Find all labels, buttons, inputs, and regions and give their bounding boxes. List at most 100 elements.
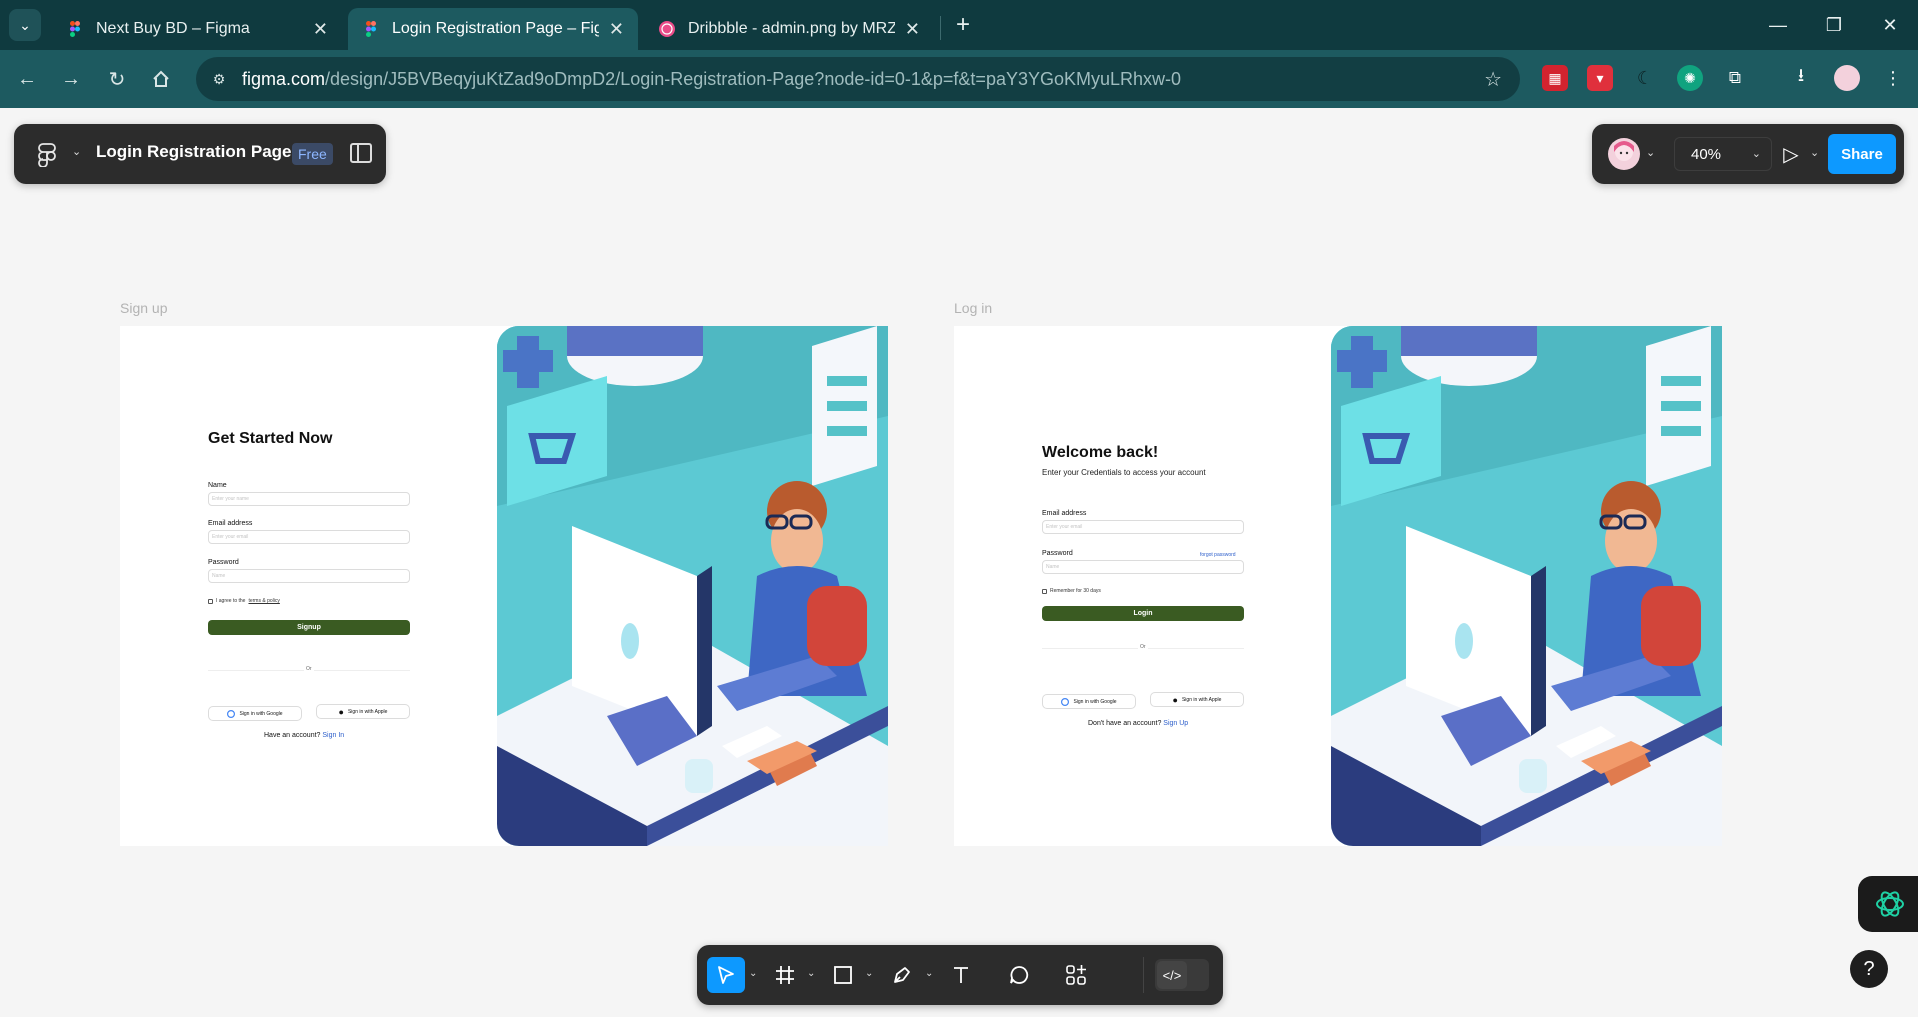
- or-text: Or: [304, 666, 314, 672]
- zoom-level: 40%: [1691, 145, 1722, 163]
- apple-signin-button[interactable]: ● Sign in with Apple: [316, 704, 410, 719]
- present-button[interactable]: ▷: [1778, 141, 1804, 167]
- minimize-icon: —: [1769, 14, 1787, 35]
- rectangle-tool[interactable]: [825, 957, 861, 993]
- text-icon: [954, 967, 968, 983]
- login-button[interactable]: Login: [1042, 606, 1244, 621]
- chatgpt-icon: [1876, 891, 1904, 917]
- apple-icon: ●: [1172, 694, 1178, 705]
- remember-text: Remember for 30 days: [1050, 588, 1101, 594]
- chevron-down-icon[interactable]: ⌄: [807, 968, 815, 979]
- share-button[interactable]: Share: [1828, 134, 1896, 174]
- tab-dribbble[interactable]: Dribbble - admin.png by MRZ Designer ✕: [644, 8, 934, 50]
- close-icon[interactable]: ✕: [313, 19, 328, 40]
- terms-text: I agree to the: [216, 598, 246, 604]
- tab-title: Login Registration Page – Figma: [392, 20, 599, 37]
- actions-icon: [1066, 965, 1086, 985]
- chevron-down-icon[interactable]: ⌄: [749, 968, 757, 979]
- move-tool[interactable]: [707, 957, 745, 993]
- site-info-icon[interactable]: ⚙: [204, 64, 234, 94]
- terms-checkbox[interactable]: I agree to the terms & policy: [208, 598, 280, 604]
- chevron-down-icon[interactable]: ⌄: [1646, 146, 1655, 159]
- arrow-right-icon: →: [61, 67, 81, 90]
- extension-pocket-icon[interactable]: ▾: [1587, 65, 1613, 91]
- signin-link[interactable]: Sign In: [322, 732, 344, 739]
- text-tool[interactable]: [943, 957, 979, 993]
- close-icon[interactable]: ✕: [905, 19, 920, 40]
- file-header-panel: ⌄ Login Registration Page Free: [14, 124, 386, 184]
- restore-icon: ❐: [1825, 14, 1843, 35]
- email-input[interactable]: Enter your email: [1042, 520, 1244, 534]
- google-icon: [1061, 697, 1070, 706]
- file-name[interactable]: Login Registration Page: [96, 142, 292, 162]
- password-label: Password: [1042, 550, 1073, 557]
- cursor-icon: [718, 966, 734, 984]
- extension-chatgpt-icon[interactable]: ✺: [1677, 65, 1703, 91]
- frame-label-signup[interactable]: Sign up: [120, 300, 167, 316]
- reload-button[interactable]: ↻: [102, 64, 132, 94]
- apple-label: Sign in with Apple: [1181, 696, 1222, 703]
- back-button[interactable]: ←: [12, 64, 42, 94]
- signup-frame[interactable]: Get Started Now Name Enter your name Ema…: [120, 326, 888, 846]
- actions-tool[interactable]: [1057, 957, 1095, 993]
- chevron-down-icon[interactable]: ⌄: [865, 968, 873, 979]
- email-input[interactable]: Enter your email: [208, 530, 410, 544]
- help-button[interactable]: ?: [1850, 950, 1888, 988]
- checkbox-box: [1042, 588, 1047, 594]
- profile-avatar[interactable]: [1834, 65, 1860, 91]
- dribbble-icon: [659, 21, 675, 37]
- forgot-password-link[interactable]: forgot password: [1200, 552, 1236, 558]
- apple-label: Sign in with Apple: [347, 708, 388, 715]
- or-text: Or: [1138, 644, 1148, 650]
- figma-menu-icon[interactable]: [34, 141, 60, 167]
- comment-tool[interactable]: [1001, 957, 1037, 993]
- home-button[interactable]: [146, 64, 176, 94]
- extension-moon-icon[interactable]: ☾: [1632, 65, 1658, 91]
- google-label: Sign in with Google: [239, 710, 283, 717]
- restore-button[interactable]: ❐: [1814, 10, 1854, 40]
- minimize-button[interactable]: —: [1758, 10, 1798, 40]
- arrow-left-icon: ←: [17, 67, 37, 90]
- tab-search-button[interactable]: ⌄: [9, 9, 41, 41]
- password-input[interactable]: Name: [1042, 560, 1244, 574]
- new-tab-button[interactable]: +: [948, 10, 978, 40]
- pen-tool[interactable]: [883, 957, 921, 993]
- chevron-down-icon[interactable]: ⌄: [925, 968, 933, 979]
- url-host: figma.com: [242, 68, 326, 89]
- terms-link[interactable]: terms & policy: [248, 598, 279, 604]
- close-icon[interactable]: ✕: [609, 19, 624, 40]
- extensions-puzzle-icon[interactable]: ⧉: [1722, 65, 1748, 91]
- forward-button[interactable]: →: [56, 64, 86, 94]
- frame-label-login[interactable]: Log in: [954, 300, 992, 316]
- google-signin-button[interactable]: Sign in with Google: [1042, 694, 1136, 709]
- password-input[interactable]: Name: [208, 569, 410, 583]
- figma-canvas[interactable]: ⌄ Login Registration Page Free ⌄ 40% ⌄ ▷…: [0, 108, 1918, 1017]
- bookmark-star-icon[interactable]: ☆: [1484, 67, 1502, 92]
- address-bar[interactable]: ⚙ figma.com/design/J5BVBeqyjuKtZad9oDmpD…: [196, 57, 1520, 101]
- footer-text: Have an account?: [264, 732, 321, 739]
- sidebar-toggle-icon[interactable]: [350, 143, 372, 163]
- signup-button[interactable]: Signup: [208, 620, 410, 635]
- chatgpt-extension-button[interactable]: [1858, 876, 1918, 932]
- signup-link[interactable]: Sign Up: [1163, 720, 1188, 727]
- url-path: /design/J5BVBeqyjuKtZad9oDmpD2/Login-Reg…: [325, 68, 1182, 89]
- extension-icon-red[interactable]: ▦: [1542, 65, 1568, 91]
- dev-mode-toggle[interactable]: </>: [1155, 959, 1209, 991]
- google-signin-button[interactable]: Sign in with Google: [208, 706, 302, 721]
- tab-login-registration[interactable]: Login Registration Page – Figma ✕: [348, 8, 638, 50]
- remember-checkbox[interactable]: Remember for 30 days: [1042, 588, 1101, 594]
- tab-next-buy-bd[interactable]: Next Buy BD – Figma ✕: [52, 8, 342, 50]
- signup-prompt: Don't have an account? Sign Up: [1088, 720, 1188, 727]
- apple-signin-button[interactable]: ● Sign in with Apple: [1150, 692, 1244, 707]
- name-input[interactable]: Enter your name: [208, 492, 410, 506]
- chevron-down-icon[interactable]: ⌄: [72, 145, 81, 158]
- avatar[interactable]: [1608, 138, 1640, 170]
- frame-tool[interactable]: [767, 957, 803, 993]
- menu-kebab-icon[interactable]: ⋮: [1880, 65, 1906, 91]
- chevron-down-icon[interactable]: ⌄: [1810, 146, 1819, 159]
- zoom-dropdown[interactable]: 40% ⌄: [1674, 137, 1772, 171]
- login-frame[interactable]: Welcome back! Enter your Credentials to …: [954, 326, 1722, 846]
- window-close-button[interactable]: ✕: [1870, 10, 1910, 40]
- url-text[interactable]: figma.com/design/J5BVBeqyjuKtZad9oDmpD2/…: [242, 69, 1181, 90]
- download-icon[interactable]: ⭳: [1788, 65, 1814, 91]
